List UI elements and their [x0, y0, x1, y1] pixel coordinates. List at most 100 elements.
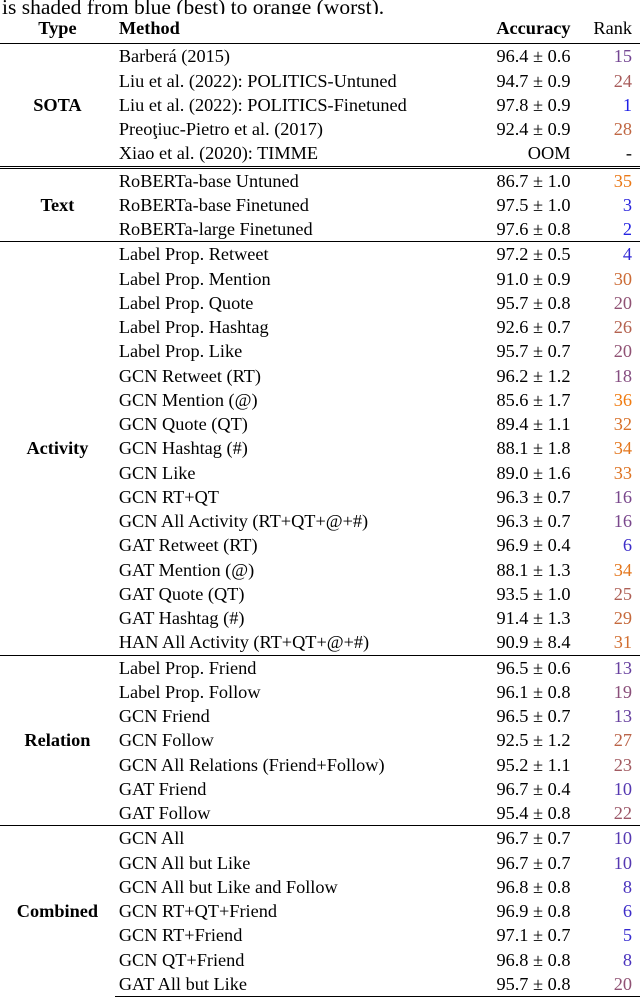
cell-accuracy: 91.0 ± 0.9 — [496, 268, 571, 289]
cell-accuracy: 89.0 ± 1.6 — [496, 462, 571, 483]
cell-rank: 5 — [622, 925, 632, 946]
cell-method: Preoţiuc-Pietro et al. (2017) — [118, 119, 323, 139]
cell-accuracy: 95.7 ± 0.7 — [496, 341, 571, 362]
table-head: Type Method Accuracy Rank — [0, 16, 640, 44]
cell-method: GCN RT+QT — [118, 486, 219, 507]
cell-method: Xiao et al. (2020): TIMME — [118, 143, 319, 164]
page-root: is shaded from blue (best) to orange (wo… — [0, 0, 640, 997]
cell-accuracy: 97.2 ± 0.5 — [449, 241, 578, 267]
cell-rank: 2 — [622, 219, 632, 239]
cell-rank: 24 — [613, 70, 632, 91]
table-row: Activity Label Prop. Retweet 97.2 ± 0.5 4 — [0, 241, 640, 655]
cell-rank: 26 — [613, 317, 632, 337]
cell-method: GAT Quote (QT) — [118, 583, 245, 604]
cell-method: Label Prop. Friend — [114, 654, 450, 680]
column-header-accuracy: Accuracy — [496, 18, 571, 38]
cell-rank: 13 — [613, 706, 632, 726]
cell-method: GCN Hashtag (#) — [118, 438, 248, 459]
cell-accuracy: 95.7 ± 0.8 — [496, 292, 571, 313]
cell-method: GCN All Relations (Friend+Follow) — [118, 754, 385, 775]
cell-rank: 10 — [613, 852, 632, 873]
cell-rank: 28 — [613, 119, 632, 139]
cell-method: GCN All — [114, 825, 450, 851]
caption-tail-text: is shaded from blue (best) to orange (wo… — [2, 0, 385, 14]
cell-method: GCN Friend — [118, 706, 210, 726]
cell-method: GCN Follow — [118, 730, 214, 751]
cell-method: Liu et al. (2022): POLITICS-Untuned — [118, 70, 397, 91]
section-type-label: Combined — [0, 825, 115, 997]
cell-rank: 10 — [577, 825, 640, 851]
section-type-label: Text — [0, 165, 115, 242]
cell-accuracy: OOM — [527, 143, 571, 164]
cell-rank: 20 — [577, 971, 640, 997]
cell-accuracy: 96.7 ± 0.7 — [449, 825, 578, 851]
cell-method: RoBERTa-base Finetuned — [118, 194, 309, 215]
cell-method: Label Prop. Mention — [118, 268, 271, 289]
cell-accuracy: 96.5 ± 0.7 — [496, 706, 571, 726]
cell-rank: 34 — [613, 559, 632, 580]
cell-method: RoBERTa-base Untuned — [114, 165, 450, 193]
cell-accuracy: 93.5 ± 1.0 — [496, 583, 571, 604]
cell-accuracy: 96.3 ± 0.7 — [496, 511, 571, 531]
cell-accuracy: 96.1 ± 0.8 — [496, 681, 571, 702]
cell-method: GAT Friend — [118, 778, 207, 799]
cell-method: GCN Like — [118, 462, 196, 483]
cell-accuracy: 96.2 ± 1.2 — [496, 365, 571, 386]
cell-rank: 6 — [622, 535, 632, 556]
cell-method: GCN RT+QT+Friend — [118, 901, 278, 921]
cell-method: GCN Mention (@) — [118, 389, 258, 410]
cell-rank: 33 — [613, 462, 632, 483]
cell-rank: 16 — [613, 511, 632, 531]
section-type-label: Relation — [0, 654, 115, 826]
cell-accuracy: 96.8 ± 0.8 — [496, 876, 571, 897]
cell-method: GAT Retweet (RT) — [118, 535, 258, 556]
cell-method: GAT All but Like — [114, 971, 450, 997]
cell-method: HAN All Activity (RT+QT+@+#) — [118, 632, 370, 653]
cell-method: RoBERTa-large Finetuned — [118, 219, 313, 239]
cell-accuracy: 95.4 ± 0.8 — [496, 803, 571, 823]
cell-method: GCN QT+Friend — [118, 949, 245, 970]
cell-accuracy: 95.2 ± 1.1 — [496, 754, 571, 775]
cell-rank: - — [625, 143, 632, 164]
cell-accuracy: 92.4 ± 0.9 — [496, 119, 571, 139]
cell-accuracy: 85.6 ± 1.7 — [496, 389, 571, 410]
section-type-label: Activity — [0, 241, 115, 655]
cell-rank: 27 — [613, 730, 632, 751]
cell-rank: 13 — [577, 654, 640, 680]
cell-method: Label Prop. Hashtag — [118, 317, 269, 337]
cell-method: GAT Mention (@) — [118, 559, 255, 580]
cell-accuracy: 96.7 ± 0.7 — [496, 852, 571, 873]
cell-method: Label Prop. Like — [118, 341, 243, 362]
cell-accuracy: 97.5 ± 1.0 — [496, 194, 571, 215]
column-header-rank: Rank — [593, 18, 632, 38]
cell-accuracy: 96.4 ± 0.6 — [449, 43, 578, 69]
header-row: Type Method Accuracy Rank — [0, 16, 640, 44]
cell-method: GCN All but Like — [118, 852, 251, 873]
cell-rank: 29 — [613, 608, 632, 628]
cell-accuracy: 96.9 ± 0.8 — [496, 901, 571, 921]
cell-accuracy: 96.7 ± 0.4 — [496, 778, 571, 799]
cell-rank: 10 — [613, 778, 632, 799]
cell-accuracy: 94.7 ± 0.9 — [496, 70, 571, 91]
cell-rank: 1 — [622, 94, 632, 115]
cell-method: Label Prop. Retweet — [114, 241, 450, 267]
cell-method: Barberá (2015) — [114, 43, 450, 69]
table-row: SOTA Barberá (2015) 96.4 ± 0.6 15 — [0, 43, 640, 167]
cell-accuracy: 89.4 ± 1.1 — [496, 414, 571, 434]
cell-method: Label Prop. Quote — [118, 292, 254, 313]
cell-rank: 20 — [613, 292, 632, 313]
cell-rank: 22 — [613, 803, 632, 823]
cell-rank: 4 — [577, 241, 640, 267]
cell-method: GCN Retweet (RT) — [118, 365, 261, 386]
column-header-type: Type — [38, 18, 77, 38]
cell-method: Label Prop. Follow — [118, 681, 261, 702]
cell-accuracy: 96.5 ± 0.6 — [449, 654, 578, 680]
cell-rank: 32 — [613, 414, 632, 434]
cell-accuracy: 97.1 ± 0.7 — [496, 925, 571, 946]
cell-rank: 20 — [613, 341, 632, 362]
cell-accuracy: 96.9 ± 0.4 — [496, 535, 571, 556]
cell-method: GCN RT+Friend — [118, 925, 243, 946]
cell-rank: 19 — [613, 681, 632, 702]
cell-rank: 31 — [613, 632, 632, 653]
table-row: Combined GCN All 96.7 ± 0.7 10 — [0, 825, 640, 997]
